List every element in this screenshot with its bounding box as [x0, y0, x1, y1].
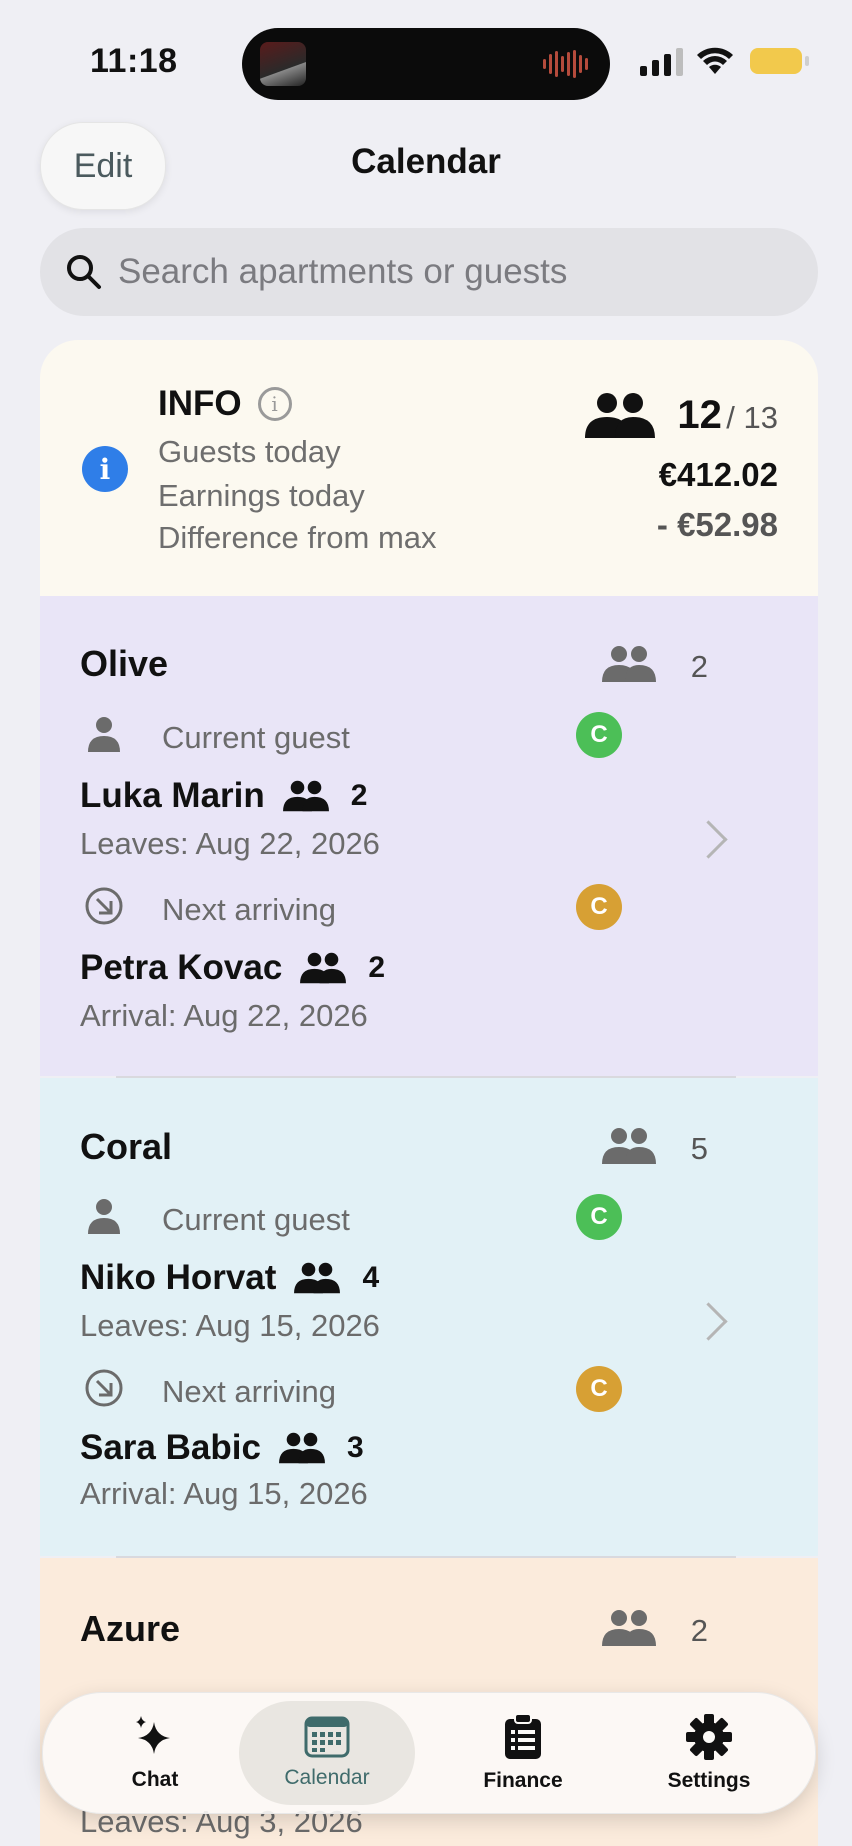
people-icon: [300, 952, 347, 984]
apartment-card-olive[interactable]: Olive 2 Current guest C Luka Marin 2 Lea…: [40, 596, 818, 1076]
info-title: INFO: [158, 384, 242, 423]
apartment-name: Coral: [80, 1126, 173, 1167]
cellular-signal-icon: [640, 48, 683, 76]
channel-badge: C: [576, 1366, 622, 1412]
guest-name: Luka Marin: [80, 776, 265, 815]
capacity-icon: [602, 1128, 656, 1164]
page-title: Calendar: [351, 142, 501, 181]
people-icon: [278, 1432, 325, 1464]
search-placeholder: Search apartments or guests: [118, 252, 568, 291]
search-icon: [67, 255, 101, 289]
earnings-today-label: Earnings today: [158, 478, 365, 513]
status-time: 11:18: [90, 42, 178, 80]
info-card[interactable]: i INFO i Guests today Earnings today Dif…: [40, 340, 818, 596]
people-icon: [282, 780, 329, 812]
gear-icon: [686, 1714, 732, 1760]
tab-bar: Chat Calendar Finance Settings: [42, 1692, 816, 1814]
person-icon: [88, 717, 120, 752]
earnings-today-value: €412.02: [658, 456, 778, 493]
current-guest-label: Current guest: [162, 720, 350, 755]
arrival-date: Arrival: Aug 22, 2026: [80, 998, 368, 1033]
leave-date: Leaves: Aug 22, 2026: [80, 826, 380, 861]
difference-value: - €52.98: [656, 506, 778, 543]
apartment-capacity: 2: [690, 649, 708, 684]
people-icon: [294, 1262, 341, 1294]
current-guest-name: Niko Horvat 4: [80, 1258, 379, 1298]
guests-today-label: Guests today: [158, 434, 341, 469]
current-guest-name: Luka Marin 2: [80, 776, 367, 816]
search-input[interactable]: Search apartments or guests: [40, 228, 818, 316]
tab-calendar[interactable]: Calendar: [239, 1701, 415, 1805]
info-badge-icon: i: [82, 446, 128, 492]
channel-badge: C: [576, 884, 622, 930]
guest-count: 2: [368, 951, 386, 984]
apartment-name: Olive: [80, 643, 169, 684]
guests-count: 12: [677, 392, 722, 437]
tab-label: Calendar: [284, 1766, 370, 1789]
chevron-right-icon[interactable]: [689, 1302, 728, 1341]
person-icon: [88, 1199, 120, 1234]
tab-chat[interactable]: Chat: [65, 1693, 245, 1813]
channel-badge: C: [576, 1194, 622, 1240]
apartment-card-coral[interactable]: Coral 5 Current guest C Niko Horvat 4 Le…: [40, 1078, 818, 1556]
guest-count: 3: [346, 1431, 364, 1464]
tab-label: Chat: [131, 1768, 179, 1791]
apartment-name: Azure: [80, 1608, 181, 1649]
guest-name: Niko Horvat: [80, 1258, 277, 1297]
status-bar: 11:18: [0, 0, 852, 110]
apartment-capacity: 5: [690, 1131, 708, 1166]
next-guest-name: Sara Babic 3: [80, 1428, 364, 1468]
wifi-icon: [697, 47, 733, 74]
tab-settings[interactable]: Settings: [619, 1693, 799, 1813]
guest-name: Sara Babic: [80, 1428, 261, 1467]
audio-waveform-icon: [543, 50, 588, 78]
tab-label: Settings: [667, 1769, 751, 1792]
info-circle-icon[interactable]: i: [257, 387, 292, 421]
info-heading: INFO i: [158, 384, 292, 424]
apartment-capacity: 2: [690, 1613, 708, 1648]
now-playing-artwork: [260, 42, 306, 86]
calendar-icon: [304, 1716, 350, 1758]
dynamic-island: [242, 28, 610, 100]
difference-from-max-label: Difference from max: [158, 520, 437, 555]
capacity-icon: [602, 646, 656, 682]
arrival-arrow-icon: [85, 1369, 123, 1407]
people-icon: [585, 393, 656, 438]
current-guest-label: Current guest: [162, 1202, 350, 1237]
leave-date: Leaves: Aug 15, 2026: [80, 1308, 380, 1343]
clipboard-icon: [505, 1713, 541, 1759]
capacity-icon: [602, 1610, 656, 1646]
next-guest-name: Petra Kovac 2: [80, 948, 385, 988]
next-arriving-label: Next arriving: [162, 1374, 336, 1409]
arrival-arrow-icon: [85, 887, 123, 925]
guests-today-value: 12 / 13: [583, 390, 778, 440]
sparkles-icon: [136, 1716, 170, 1754]
tab-finance[interactable]: Finance: [433, 1693, 613, 1813]
battery-icon: [750, 48, 809, 74]
guest-count: 4: [362, 1261, 380, 1294]
chevron-right-icon[interactable]: [689, 820, 728, 859]
arrival-date: Arrival: Aug 15, 2026: [80, 1476, 368, 1511]
guests-max: / 13: [726, 399, 778, 435]
channel-badge: C: [576, 712, 622, 758]
next-arriving-label: Next arriving: [162, 892, 336, 927]
guest-name: Petra Kovac: [80, 948, 283, 987]
tab-label: Finance: [483, 1769, 563, 1792]
guest-count: 2: [350, 779, 368, 812]
